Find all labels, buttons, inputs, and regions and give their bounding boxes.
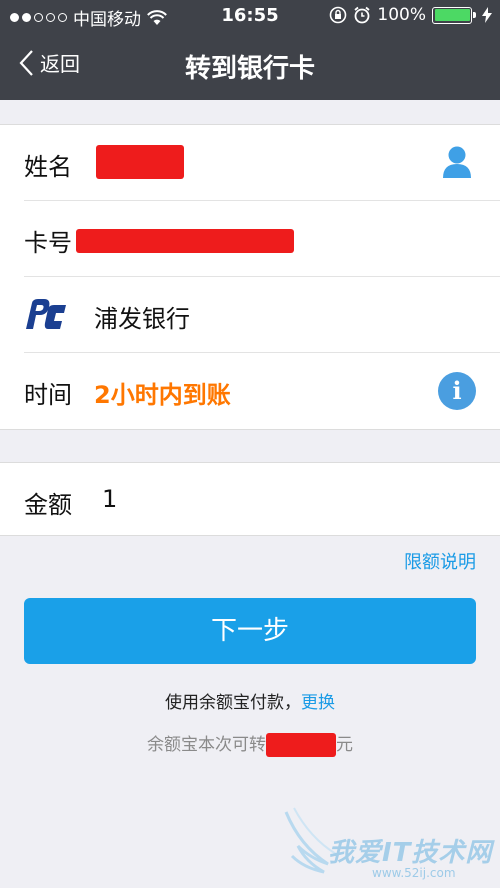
time-label: 时间 [24,381,72,409]
available-prefix: 余额宝本次可转 [147,735,266,755]
limit-info-link[interactable]: 限额说明 [404,548,476,574]
top-bar: 中国移动 16:55 100% 返回 转到银行卡 [0,0,500,100]
name-label: 姓名 [24,153,72,181]
battery-percent: 100% [377,5,426,25]
lock-rotation-icon [330,6,347,24]
available-suffix: 元 [336,735,353,755]
recipient-info-group: 姓名 卡号 浦发银行 时间 2小时内到账 i [0,124,500,430]
bank-name: 浦发银行 [94,305,190,333]
name-redaction [96,145,184,179]
status-bar: 中国移动 16:55 100% [0,0,500,32]
available-amount-redaction [266,733,336,757]
name-row[interactable]: 姓名 [24,125,500,201]
payment-method-line: 使用余额宝付款，更换 [0,688,500,713]
available-amount-line: 余额宝本次可转 元 [0,730,500,757]
arrival-time-row: 时间 2小时内到账 i [24,353,500,429]
status-right: 100% [329,5,492,25]
info-icon[interactable]: i [438,372,476,410]
change-payment-link[interactable]: 更换 [301,693,335,713]
page-title: 转到银行卡 [184,54,315,84]
spdb-bank-logo [26,299,66,329]
battery-icon [432,6,476,24]
bank-row[interactable]: 浦发银行 [24,277,500,353]
card-number-row[interactable]: 卡号 [24,201,500,277]
contact-person-icon[interactable] [442,145,472,179]
next-step-button[interactable]: 下一步 [24,598,476,664]
card-number-redaction [76,229,294,253]
card-label: 卡号 [24,229,72,257]
charging-icon [482,7,492,23]
amount-row: 金额 [0,462,500,536]
arrival-time-value: 2小时内到账 [94,381,231,409]
payment-method-text: 使用余额宝付款， [165,693,301,713]
watermark-url: www.52ij.com [372,866,456,880]
amount-label: 金额 [24,491,72,519]
watermark-text: 我爱IT技术网 [328,838,493,868]
amount-input[interactable] [102,485,462,513]
alarm-icon [354,6,370,24]
